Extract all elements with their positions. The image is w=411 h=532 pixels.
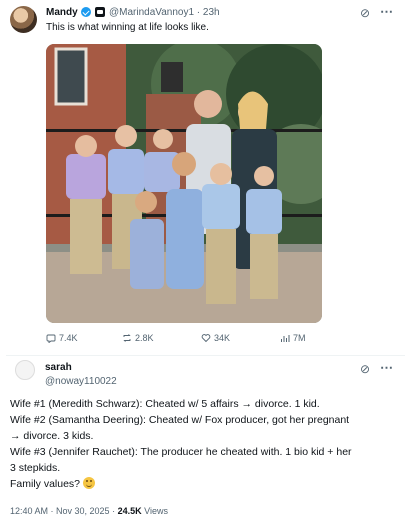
- tweet-meta: 12:40 AM · Nov 30, 2025 · 24.5K Views: [10, 506, 168, 516]
- views-button[interactable]: 7M: [280, 333, 306, 343]
- smile-emoji: [83, 477, 96, 489]
- more-icon[interactable]: ⋯: [380, 4, 393, 20]
- tweet-text: This is what winning at life looks like.: [46, 22, 209, 33]
- family-photo: [46, 44, 322, 323]
- like-icon: [201, 334, 211, 343]
- like-count: 34K: [214, 333, 231, 343]
- views-count: 24.5K: [117, 506, 142, 516]
- verified-icon: [81, 7, 91, 17]
- author-name[interactable]: Mandy: [46, 7, 78, 18]
- avatar[interactable]: [10, 6, 37, 33]
- text-line: → divorce. 3 kids.: [10, 430, 94, 442]
- retweet-button[interactable]: 2.8K: [122, 333, 154, 343]
- views-label: Views: [144, 506, 168, 516]
- author-handle[interactable]: @MarindaVannoy1 · 23h: [109, 7, 220, 18]
- text-line: Wife #1 (Meredith Schwarz): Cheated w/ 5…: [10, 398, 320, 410]
- text-line: Family values?: [10, 476, 402, 492]
- views-icon: [281, 335, 290, 342]
- retweet-count: 2.8K: [135, 333, 154, 343]
- timestamp[interactable]: 12:40 AM · Nov 30, 2025 ·: [10, 506, 115, 516]
- retweet-icon: [123, 334, 131, 342]
- author-name[interactable]: sarah: [45, 362, 72, 373]
- author-handle[interactable]: @noway110022: [45, 376, 117, 387]
- reply-button[interactable]: 7.4K: [46, 333, 78, 343]
- text-line: Wife #2 (Samantha Deering): Cheated w/ F…: [10, 414, 350, 426]
- more-icon[interactable]: ⋯: [380, 360, 393, 376]
- tweet-text: Wife #1 (Meredith Schwarz): Cheated w/ 5…: [10, 396, 402, 492]
- like-button[interactable]: 34K: [201, 333, 230, 343]
- views-count: 7M: [293, 333, 306, 343]
- text-line: Wife #3 (Jennifer Rauchet): The producer…: [10, 446, 352, 458]
- tweet-photo[interactable]: [46, 44, 322, 323]
- text-line: 3 stepkids.: [10, 462, 61, 474]
- org-badge-icon: [95, 7, 105, 17]
- grok-icon[interactable]: ⊘: [360, 362, 370, 376]
- avatar[interactable]: [15, 360, 35, 380]
- reply-count: 7.4K: [59, 333, 78, 343]
- grok-icon[interactable]: ⊘: [360, 6, 370, 20]
- reply-icon: [46, 334, 56, 343]
